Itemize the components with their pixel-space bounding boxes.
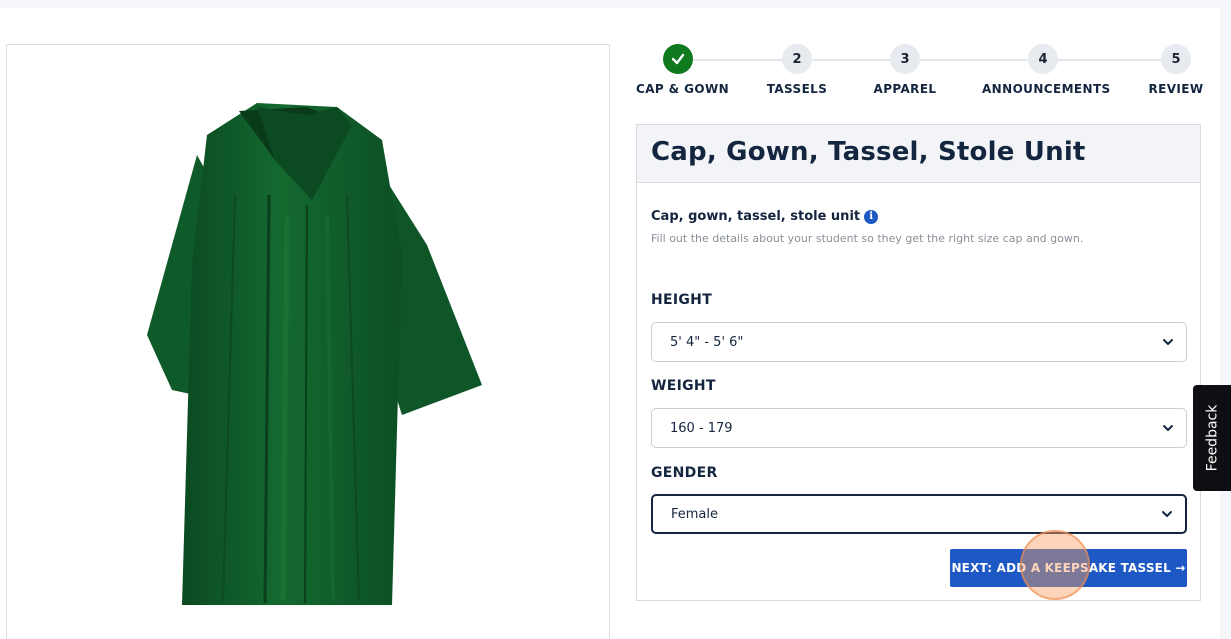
step-label: APPAREL — [873, 82, 937, 96]
step-number: 3 — [890, 44, 920, 74]
step-label: REVIEW — [1148, 82, 1204, 96]
product-options-card: Cap, Gown, Tassel, Stole Unit Cap, gown,… — [636, 124, 1201, 601]
chevron-down-icon — [1163, 339, 1173, 345]
weight-select[interactable]: 160 - 179 — [651, 408, 1187, 448]
card-title: Cap, Gown, Tassel, Stole Unit — [651, 137, 1086, 167]
step-label: CAP & GOWN — [636, 82, 730, 96]
feedback-label: Feedback — [1204, 404, 1221, 472]
gender-label: GENDER — [651, 465, 718, 481]
step-number: 5 — [1161, 44, 1191, 74]
unit-title: Cap, gown, tassel, stole unit i — [651, 209, 1186, 224]
next-add-keepsake-tassel-button[interactable]: NEXT: ADD A KEEPSAKE TASSEL → — [950, 549, 1187, 587]
card-body: Cap, gown, tassel, stole unit i Fill out… — [637, 183, 1200, 245]
weight-label: WEIGHT — [651, 378, 716, 394]
step-tassels[interactable]: 2 TASSELS — [762, 44, 832, 96]
step-announcements[interactable]: 4 ANNOUNCEMENTS — [982, 44, 1111, 96]
weight-value: 160 - 179 — [670, 420, 733, 436]
feedback-tab[interactable]: Feedback — [1193, 385, 1231, 491]
step-label: TASSELS — [766, 82, 828, 96]
unit-description: Fill out the details about your student … — [651, 232, 1084, 245]
step-cap-and-gown[interactable]: CAP & GOWN — [636, 44, 730, 96]
step-number: 2 — [782, 44, 812, 74]
gender-value: Female — [671, 506, 719, 522]
graduation-gown-image — [147, 103, 482, 605]
info-icon[interactable]: i — [864, 209, 879, 224]
product-image-panel — [6, 44, 610, 639]
chevron-down-icon — [1163, 425, 1173, 431]
step-label: ANNOUNCEMENTS — [982, 82, 1111, 96]
height-label: HEIGHT — [651, 292, 713, 308]
unit-title-text: Cap, gown, tassel, stole unit — [651, 209, 861, 224]
chevron-down-icon — [1162, 511, 1172, 517]
height-select[interactable]: 5' 4" - 5' 6" — [651, 322, 1187, 362]
step-apparel[interactable]: 3 APPAREL — [870, 44, 940, 96]
card-header: Cap, Gown, Tassel, Stole Unit — [637, 125, 1200, 183]
step-number: 4 — [1028, 44, 1058, 74]
check-icon — [663, 44, 693, 74]
checkout-stepper: CAP & GOWN 2 TASSELS 3 APPAREL 4 ANNOUNC… — [636, 44, 1206, 104]
gender-select[interactable]: Female — [651, 494, 1187, 534]
step-review[interactable]: 5 REVIEW — [1146, 44, 1206, 96]
height-value: 5' 4" - 5' 6" — [670, 334, 744, 350]
